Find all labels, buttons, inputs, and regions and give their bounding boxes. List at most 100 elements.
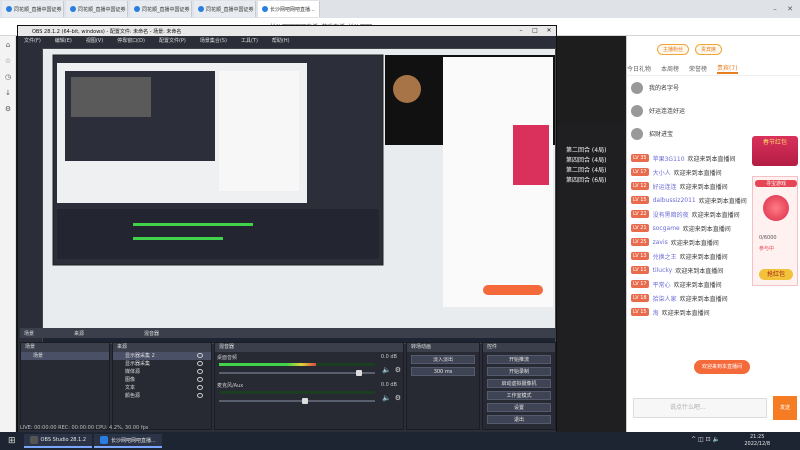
maximize-icon[interactable]: □: [528, 26, 542, 36]
volume-knob[interactable]: [356, 370, 363, 376]
gear-icon[interactable]: ⚙: [395, 394, 401, 402]
obs-dock-bar: 场景 来源 混音器: [20, 328, 556, 338]
visibility-icon[interactable]: [197, 361, 203, 366]
close-icon[interactable]: ✕: [542, 26, 556, 36]
speak-bubble[interactable]: 欢迎来到本直播间: [694, 360, 750, 374]
audio-meter: [219, 391, 375, 394]
send-button[interactable]: 发送: [773, 396, 797, 420]
visibility-icon[interactable]: [197, 377, 203, 382]
transition-select[interactable]: 淡入淡出: [411, 355, 475, 364]
avatar: [631, 104, 643, 117]
menu-item[interactable]: 停靠窗口(D): [117, 37, 145, 44]
channel-name: 麦克风/Aux: [217, 383, 244, 389]
volume-slider[interactable]: [219, 398, 375, 404]
speaker-icon[interactable]: 🔈: [382, 394, 391, 402]
browser-tab-active[interactable]: 长沙网吧网吧直播...: [258, 1, 320, 17]
browser-icon: [100, 436, 109, 444]
obs-title: OBS 28.1.2 (64-bit, windows) - 配置文件: 未命名…: [32, 28, 182, 35]
gear-icon[interactable]: ⚙: [395, 366, 401, 374]
clock-date: 2022/12/8: [744, 441, 770, 447]
dock-label: 来源: [74, 330, 85, 337]
start-recording-button[interactable]: 开始录制: [487, 367, 551, 376]
channel-db: 0.0 dB: [380, 382, 397, 388]
obs-window: OBS 28.1.2 (64-bit, windows) - 配置文件: 未命名…: [17, 25, 557, 433]
virtual-camera-button[interactable]: 启动虚拟摄像机: [487, 379, 551, 388]
channel-name: 桌面音频: [217, 355, 238, 361]
top-user[interactable]: 好运连连好运: [627, 99, 800, 122]
visibility-icon[interactable]: [197, 393, 203, 398]
transitions-dock: 转场动画 淡入淡出 300 ms: [406, 342, 480, 430]
vip-pill[interactable]: 贵宾席: [695, 43, 723, 55]
source-item[interactable]: 文本: [113, 384, 211, 392]
history-icon[interactable]: ◷: [3, 72, 13, 82]
menu-item[interactable]: 配置文件(P): [159, 37, 186, 44]
fan-pill[interactable]: 主播粉丝: [657, 43, 690, 55]
chat-message: LV 15 淘欢迎来到本直播间: [631, 308, 710, 317]
minimize-icon[interactable]: –: [770, 4, 780, 14]
chat-input[interactable]: 说点什么吧...: [633, 398, 767, 418]
tab-gifts-today[interactable]: 今日礼物: [627, 64, 651, 73]
close-icon[interactable]: ✕: [785, 4, 795, 14]
visibility-icon[interactable]: [197, 385, 203, 390]
source-item[interactable]: 显示器采集: [113, 360, 211, 368]
gift-banner[interactable]: 春节红包: [752, 136, 798, 166]
tab-favicon-icon: [198, 6, 204, 12]
browser-tab-strip: 同花顺_直播中国证券 同花顺_直播中国证券 同花顺_直播中国证券 同花顺_直播中…: [0, 0, 800, 18]
start-streaming-button[interactable]: 开始推流: [487, 355, 551, 364]
volume-slider[interactable]: [219, 370, 375, 376]
top-user[interactable]: 我的名字号: [627, 76, 800, 99]
grab-redbag-button[interactable]: 抢红包: [759, 269, 793, 280]
source-item[interactable]: 颜色源: [113, 392, 211, 400]
source-item[interactable]: 显示器采集 2: [113, 352, 211, 360]
start-icon[interactable]: ⊞: [8, 436, 16, 446]
chat-tabs: 今日礼物 本周榜 荣誉榜 贵宾(7): [627, 62, 800, 76]
scene-item[interactable]: 场景: [21, 352, 109, 360]
browser-tab[interactable]: 同花顺_直播中国证券: [2, 1, 64, 17]
settings-icon[interactable]: ⚙: [3, 104, 13, 114]
tab-honor[interactable]: 荣誉榜: [689, 64, 707, 73]
clock-time: 21:25: [749, 434, 765, 440]
scenes-title: 场景: [21, 343, 109, 352]
tab-vip[interactable]: 贵宾(7): [717, 63, 738, 74]
menu-item[interactable]: 帮助(H): [272, 37, 290, 44]
transition-duration[interactable]: 300 ms: [411, 367, 475, 376]
obs-icon: [29, 436, 38, 444]
source-item[interactable]: 图像: [113, 376, 211, 384]
browser-tab[interactable]: 同花顺_直播中国证券: [130, 1, 192, 17]
chat-message: LV 18 拾柒人家 欢迎来到本直播间: [631, 294, 728, 303]
browser-tab[interactable]: 同花顺_直播中国证券: [66, 1, 128, 17]
obs-status-bar: LIVE: 00:00:00 REC: 00:00:00 CPU: 4.2%, …: [20, 424, 556, 432]
visibility-icon[interactable]: [197, 369, 203, 374]
menu-item[interactable]: 编辑(E): [55, 37, 72, 44]
exit-button[interactable]: 退出: [487, 415, 551, 424]
settings-button[interactable]: 设置: [487, 403, 551, 412]
star-icon[interactable]: ☆: [3, 56, 13, 66]
menu-item[interactable]: 文件(F): [24, 37, 41, 44]
source-item[interactable]: 媒体源: [113, 368, 211, 376]
avatar: [631, 127, 643, 140]
obs-title-bar: OBS 28.1.2 (64-bit, windows) - 配置文件: 未命名…: [18, 26, 556, 36]
browser-tab[interactable]: 同花顺_直播中国证券: [194, 1, 256, 17]
tray-icons[interactable]: ^ ◫ ⊡ 🔈: [691, 436, 720, 443]
clock[interactable]: 21:25 2022/12/8: [744, 434, 770, 448]
taskbar: ⊞ OBS Studio 28.1.2 长沙网吧网吧直播... ^ ◫ ⊡ 🔈 …: [0, 432, 800, 450]
dock-label: 场景: [24, 330, 35, 337]
download-icon[interactable]: ↓: [3, 88, 13, 98]
minimize-icon[interactable]: –: [514, 26, 528, 36]
tab-favicon-icon: [134, 6, 140, 12]
taskbar-item-obs[interactable]: OBS Studio 28.1.2: [23, 434, 93, 448]
dock-label: 混音器: [144, 330, 160, 337]
speaker-icon[interactable]: 🔈: [382, 366, 391, 374]
tab-weekly[interactable]: 本周榜: [661, 64, 679, 73]
volume-knob[interactable]: [301, 398, 308, 404]
taskbar-item-browser[interactable]: 长沙网吧网吧直播...: [94, 434, 162, 448]
obs-preview[interactable]: [42, 48, 556, 344]
studio-mode-button[interactable]: 工作室模式: [487, 391, 551, 400]
mixer-title: 混音器: [215, 343, 403, 352]
scenes-dock: 场景 场景: [20, 342, 110, 430]
menu-item[interactable]: 场景集合(S): [200, 37, 227, 44]
menu-item[interactable]: 视图(V): [86, 37, 103, 44]
visibility-icon[interactable]: [197, 353, 203, 358]
home-icon[interactable]: ⌂: [3, 40, 13, 50]
menu-item[interactable]: 工具(T): [241, 37, 258, 44]
